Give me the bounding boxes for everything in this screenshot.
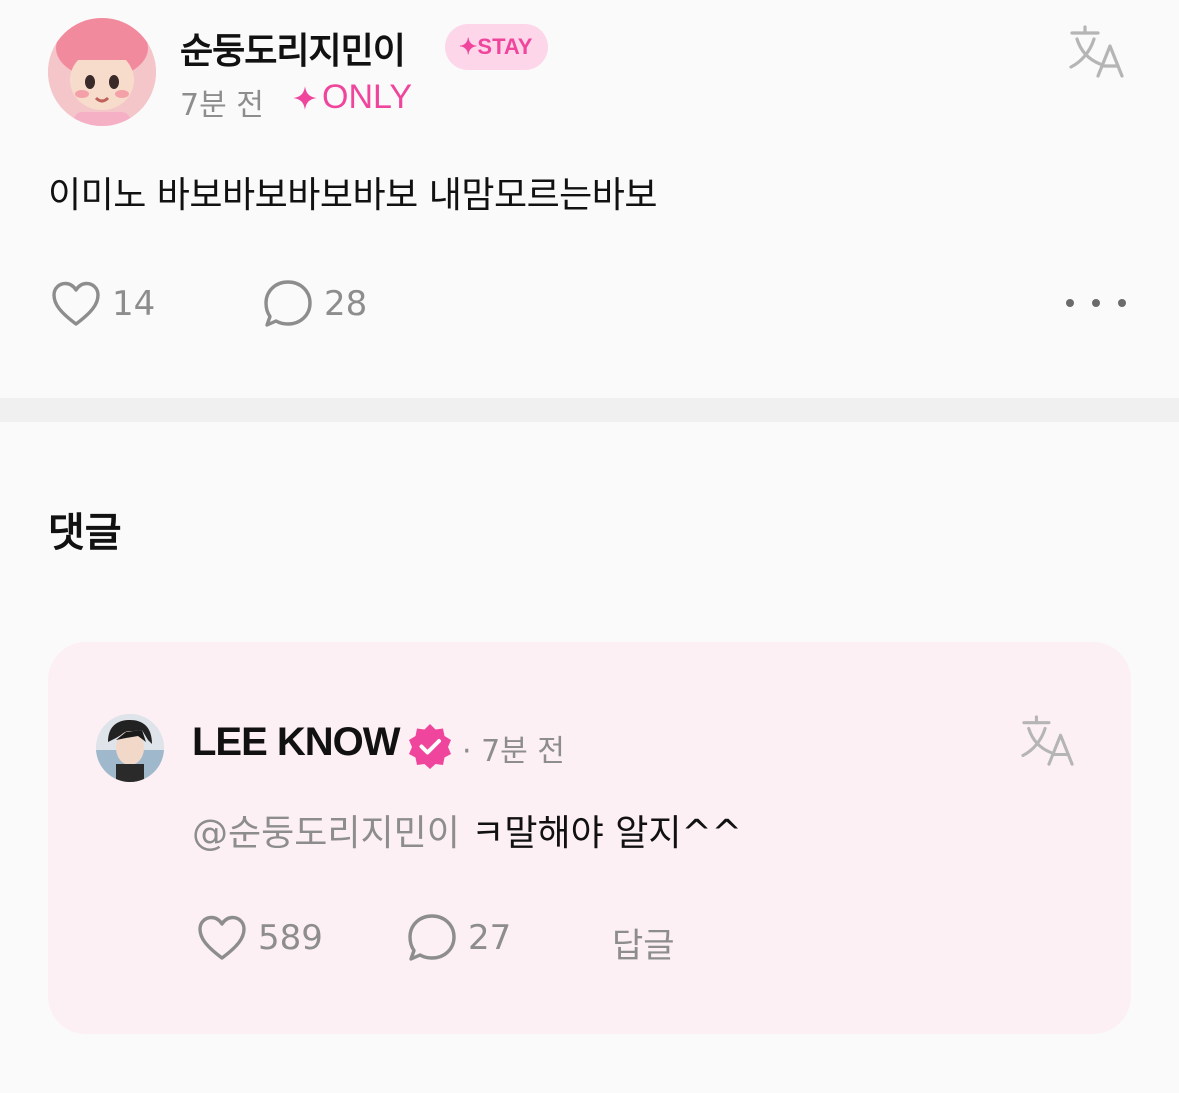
comment-like-button[interactable]: 589 [196,914,323,962]
stay-badge: ✦STAY [445,24,549,70]
post-body: 이미노 바보바보바보바보 내맘모르는바보 [48,175,658,216]
speech-bubble-icon [264,280,312,327]
sparkle-icon [293,85,317,110]
heart-icon [198,915,246,960]
comment-body: @순둥도리지민이 ㅋ말해야 알지^^ [192,804,742,856]
only-audience-label: ONLY [292,78,412,117]
avatar-illustration [48,18,156,126]
comment-author-name[interactable]: LEE KNOW [192,720,401,765]
more-dots-icon[interactable] [1066,288,1126,318]
comment-like-count: 589 [258,918,323,958]
verified-badge-icon [406,722,454,774]
comment-reply-count: 27 [468,918,512,958]
post-like-count: 14 [112,284,156,324]
author-avatar[interactable] [48,18,156,126]
mention-link[interactable]: @순둥도리지민이 [192,813,460,854]
comment-card: LEE KNOW · 7분 전 @순둥도리지민이 ㅋ말해야 알지^^ 589 2… [48,642,1131,1034]
heart-icon [52,281,100,326]
translate-icon[interactable] [1020,714,1076,772]
post-comment-button[interactable]: 28 [262,278,367,330]
post-comment-count: 28 [324,284,368,324]
comment-reply-count-button[interactable]: 27 [406,912,511,964]
comment-time: · 7분 전 [462,734,565,769]
speech-bubble-icon [408,914,456,961]
post: 순둥도리지민이 ✦STAY 7분 전 ONLY 이미노 바보바보바보바보 내맘모… [0,0,1179,398]
dot [1118,299,1126,307]
translate-icon[interactable] [1068,24,1126,84]
dot [1092,299,1100,307]
comment-text: ㅋ말해야 알지^^ [471,813,742,854]
comments-heading: 댓글 [48,510,122,556]
post-time: 7분 전 [180,88,264,123]
only-text: ONLY [322,78,413,116]
avatar-photo [96,714,164,782]
dot [1066,299,1074,307]
reply-button[interactable]: 답글 [612,918,675,967]
post-like-button[interactable]: 14 [50,280,155,328]
author-name[interactable]: 순둥도리지민이 [180,22,406,74]
comment-author-avatar[interactable] [96,714,164,782]
section-divider [0,398,1179,422]
